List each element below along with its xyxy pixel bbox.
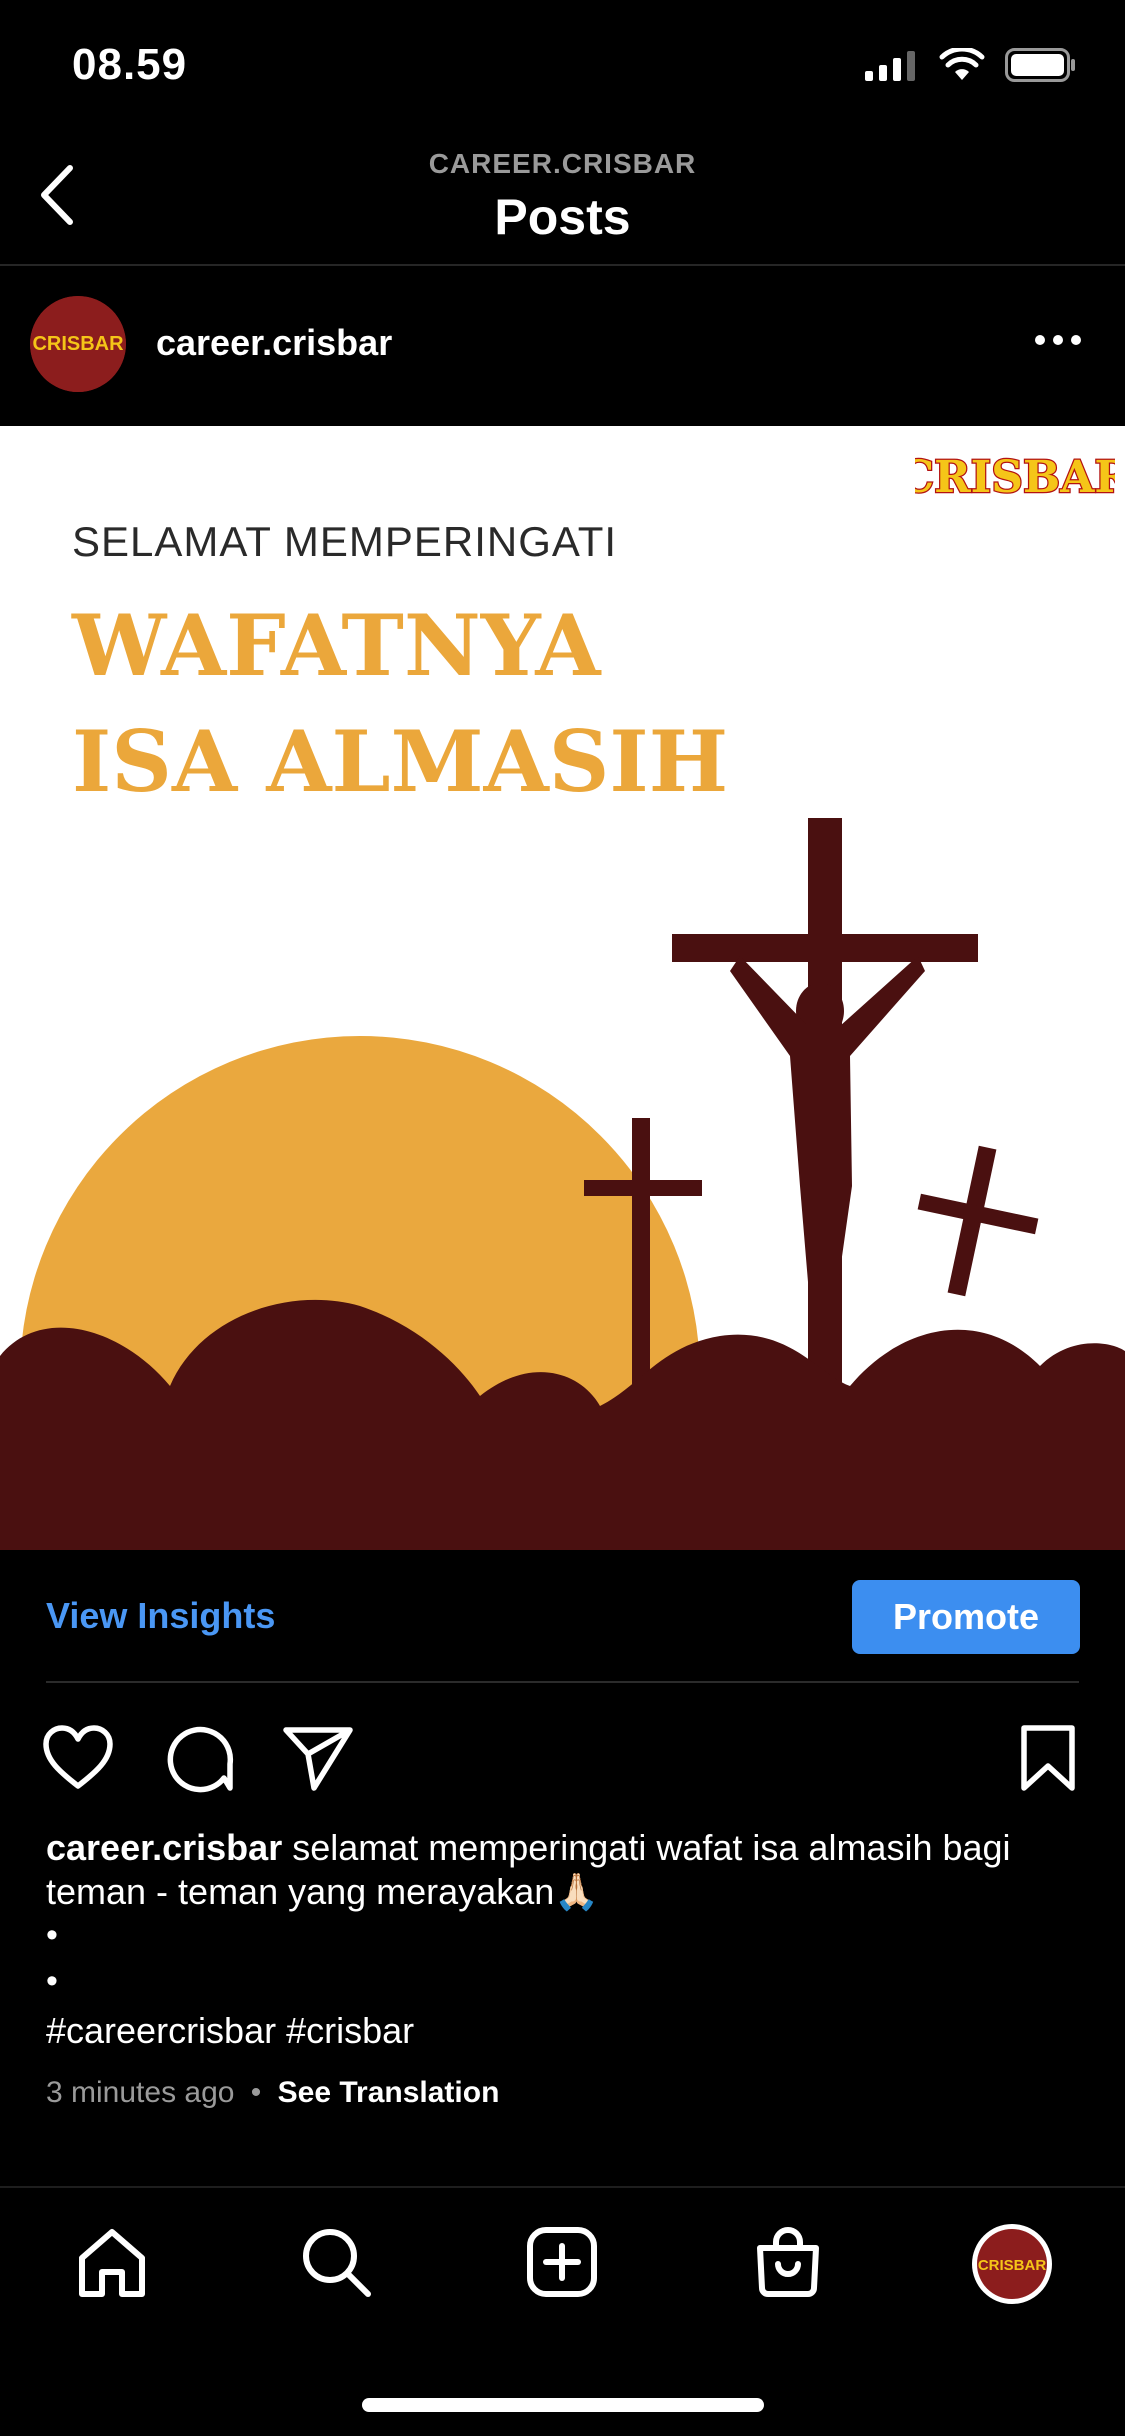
crucifixion-illustration xyxy=(0,818,1125,1550)
search-icon xyxy=(303,2229,371,2297)
more-icon xyxy=(1035,335,1081,345)
signal-icon xyxy=(865,51,915,81)
image-subtitle: SELAMAT MEMPERINGATI xyxy=(72,518,618,565)
tab-home[interactable] xyxy=(72,2222,152,2302)
tab-search[interactable] xyxy=(296,2222,376,2302)
image-title-line2: ISA ALMASIH xyxy=(72,712,729,811)
share-icon xyxy=(283,1727,353,1791)
tab-create[interactable] xyxy=(522,2222,602,2302)
header-divider xyxy=(0,264,1125,266)
shop-icon xyxy=(757,2227,819,2297)
home-indicator xyxy=(362,2398,764,2412)
svg-text:CRISBAR: CRISBAR xyxy=(915,452,1115,503)
avatar[interactable]: CRISBAR xyxy=(30,296,126,392)
insights-divider xyxy=(46,1681,1079,1683)
crisbar-logo: CRISBAR xyxy=(898,440,1125,515)
time-ago: 3 minutes ago xyxy=(46,2076,235,2109)
home-icon xyxy=(79,2229,145,2297)
bookmark-icon xyxy=(1021,1725,1075,1791)
caption-dot: • xyxy=(46,1962,58,2000)
create-icon xyxy=(527,2227,597,2297)
caption-dot: • xyxy=(46,1916,58,1954)
view-insights-link[interactable]: View Insights xyxy=(46,1595,275,1637)
share-button[interactable] xyxy=(280,1720,356,1796)
profile-avatar-icon: CRISBAR xyxy=(972,2224,1052,2304)
promote-button[interactable]: Promote xyxy=(852,1580,1080,1654)
see-translation-link[interactable]: See Translation xyxy=(278,2076,500,2109)
battery-icon xyxy=(1005,48,1075,82)
wifi-icon xyxy=(939,48,985,80)
comment-button[interactable] xyxy=(160,1720,236,1796)
crisbar-logo-icon: CRISBAR xyxy=(30,296,126,392)
post-caption: career.crisbar selamat memperingati wafa… xyxy=(46,1826,1086,1914)
crisbar-logo-icon: CRISBAR xyxy=(898,451,1125,505)
svg-text:CRISBAR: CRISBAR xyxy=(978,2257,1047,2274)
post-username[interactable]: career.crisbar xyxy=(156,322,392,364)
svg-text:CRISBAR: CRISBAR xyxy=(32,333,124,355)
meta-separator: • xyxy=(250,2076,262,2109)
more-button[interactable] xyxy=(1033,330,1083,350)
page-title: Posts xyxy=(494,189,631,245)
post-meta: 3 minutes ago • See Translation xyxy=(46,2076,499,2110)
account-name: CAREER.CRISBAR xyxy=(428,148,697,179)
status-time: 08.59 xyxy=(72,40,188,89)
save-button[interactable] xyxy=(1010,1720,1086,1796)
post-image[interactable]: CRISBAR SELAMAT MEMPERINGATI WAFATNYA IS… xyxy=(0,426,1125,1550)
tabbar-divider xyxy=(0,2186,1125,2188)
tab-profile[interactable]: CRISBAR xyxy=(970,2222,1054,2306)
caption-username[interactable]: career.crisbar xyxy=(46,1827,282,1868)
status-icons xyxy=(865,48,1077,82)
tab-shop[interactable] xyxy=(748,2222,828,2302)
heart-icon xyxy=(43,1725,113,1789)
image-title-line1: WAFATNYA xyxy=(72,596,601,695)
like-button[interactable] xyxy=(40,1720,116,1796)
hashtags[interactable]: #careercrisbar #crisbar xyxy=(46,2010,414,2052)
comment-icon xyxy=(167,1726,234,1793)
